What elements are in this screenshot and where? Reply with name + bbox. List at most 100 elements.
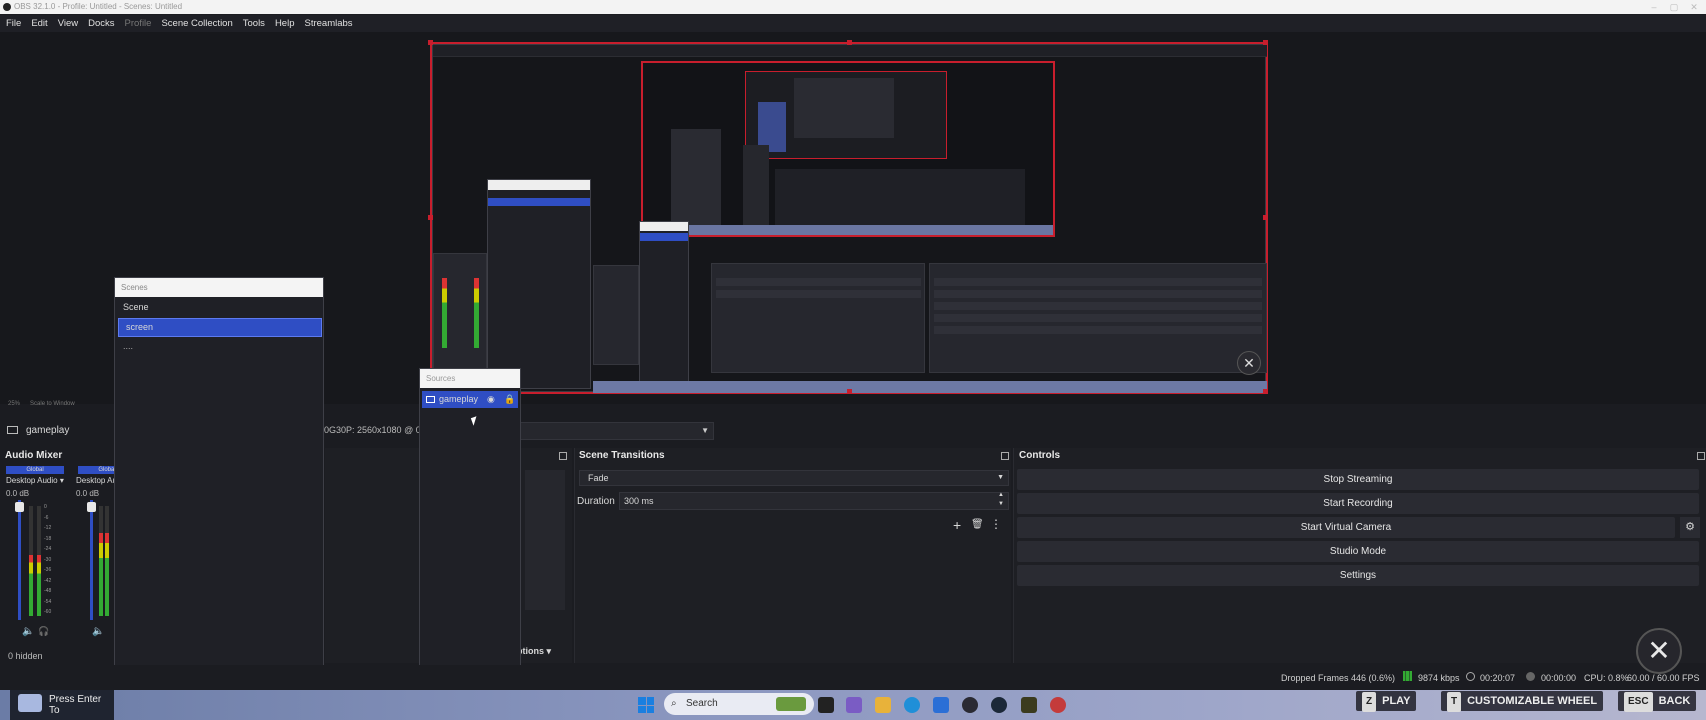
scene-item[interactable]: Scene: [123, 302, 149, 312]
more-options-icon[interactable]: ⋮: [990, 517, 1002, 531]
scale-tick: -12: [44, 525, 52, 531]
options-label[interactable]: ptions ▾: [517, 646, 551, 657]
current-scene-name: gameplay: [26, 425, 70, 436]
nested-screen-capture: ✕: [432, 44, 1267, 393]
steam-icon[interactable]: [991, 697, 1007, 713]
preview-canvas[interactable]: ✕: [428, 40, 1268, 394]
scale-tick: -42: [44, 577, 52, 584]
menu-scene-collection[interactable]: Scene Collection: [161, 18, 232, 29]
trash-icon[interactable]: 🗑: [971, 519, 984, 530]
wheel-key: T: [1447, 692, 1462, 712]
channel-db: 0.0 dB: [76, 489, 100, 498]
taskbar-search[interactable]: ⌕ Search: [664, 693, 814, 715]
speaker-icon[interactable]: 🔈: [92, 626, 104, 637]
scale-tick: -30: [44, 556, 52, 563]
copilot-icon[interactable]: [846, 697, 862, 713]
speaker-icon[interactable]: 🔈: [22, 626, 34, 637]
stop-streaming-button[interactable]: Stop Streaming: [1017, 469, 1699, 490]
hidden-count[interactable]: 0 hidden: [8, 651, 43, 661]
chevron-down-icon: ▼: [997, 474, 1004, 481]
lock-icon[interactable]: 🔒: [504, 391, 515, 408]
resize-handle-top[interactable]: [847, 40, 852, 45]
monitor-icon: [7, 426, 18, 434]
zoom-level[interactable]: 25%: [8, 401, 20, 407]
duration-value: 300 ms: [624, 496, 654, 506]
channel-name[interactable]: Desktop Audio ▾: [6, 476, 64, 485]
search-icon: ⌕: [671, 698, 677, 709]
spinner-icon[interactable]: ▲ ▼: [998, 491, 1004, 509]
duration-input[interactable]: 300 ms ▲ ▼: [619, 492, 1009, 510]
menu-file[interactable]: File: [6, 18, 21, 29]
store-icon[interactable]: [933, 697, 949, 713]
mouse-cursor-icon: [470, 416, 480, 426]
source-item[interactable]: gameplay ◉ 🔒: [422, 391, 518, 408]
level-meter-fill: [99, 533, 103, 616]
file-explorer-icon[interactable]: [875, 697, 891, 713]
play-button[interactable]: Z PLAY: [1356, 691, 1417, 712]
taskbar-widget[interactable]: Press Enter To: [10, 690, 114, 720]
overlay-logo-icon: ✕: [1636, 628, 1682, 674]
recording-app-icon[interactable]: [1050, 697, 1066, 713]
maximize-icon[interactable]: ▢: [1666, 0, 1682, 14]
level-meter: [37, 506, 41, 616]
close-icon[interactable]: ✕: [1686, 0, 1702, 14]
search-highlight-icon: [776, 697, 806, 711]
volume-slider-track[interactable]: [15, 500, 24, 620]
scale-tick: -24: [44, 546, 52, 552]
resize-handle-bottom[interactable]: [847, 389, 852, 394]
scene-transitions-dock: Scene Transitions Fade ▼ Duration 300 ms…: [574, 448, 1011, 663]
dock-float-icon[interactable]: [559, 452, 567, 460]
resize-handle-top-right[interactable]: [1263, 40, 1268, 45]
back-button[interactable]: ESC BACK: [1618, 691, 1697, 712]
headphone-icon[interactable]: 🎧: [38, 626, 49, 637]
minimize-icon[interactable]: –: [1646, 0, 1662, 14]
customizable-wheel-button[interactable]: T CUSTOMIZABLE WHEEL: [1441, 691, 1604, 712]
back-key: ESC: [1624, 692, 1653, 712]
dock-float-icon[interactable]: [1001, 452, 1009, 460]
scale-tick: -48: [44, 588, 52, 594]
resize-handle-left[interactable]: [428, 215, 433, 220]
chevron-down-icon[interactable]: ▾: [60, 476, 64, 485]
controls-title: Controls: [1019, 450, 1061, 461]
volume-slider-handle[interactable]: [87, 502, 96, 512]
channel-name-label[interactable]: Desktop Au: [76, 476, 117, 485]
volume-slider-track[interactable]: [87, 500, 96, 620]
fps: 60.00 / 60.00 FPS: [1627, 673, 1700, 683]
dock-float-icon[interactable]: [1697, 452, 1705, 460]
scale-mode[interactable]: Scale to Window: [30, 401, 75, 407]
channel-name-label: Desktop Audio: [6, 476, 58, 485]
level-meter-fill: [29, 555, 33, 616]
menu-help[interactable]: Help: [275, 18, 295, 29]
bitrate: 9874 kbps: [1418, 673, 1460, 683]
menu-profile[interactable]: Profile: [125, 18, 152, 29]
menu-streamlabs[interactable]: Streamlabs: [304, 18, 352, 29]
add-icon[interactable]: +: [953, 517, 961, 533]
resize-handle-right[interactable]: [1263, 215, 1268, 220]
transition-select[interactable]: Fade ▼: [579, 470, 1009, 486]
studio-mode-button[interactable]: Studio Mode: [1017, 541, 1699, 562]
chevron-down-icon: ▼: [701, 426, 709, 435]
scene-item[interactable]: ....: [123, 341, 133, 351]
resize-handle-bottom-right[interactable]: [1263, 389, 1268, 394]
eye-icon[interactable]: ◉: [487, 391, 495, 408]
start-recording-button[interactable]: Start Recording: [1017, 493, 1699, 514]
gear-icon[interactable]: ⚙: [1680, 517, 1700, 538]
menu-edit[interactable]: Edit: [31, 18, 47, 29]
source-name: gameplay: [439, 394, 479, 404]
scene-item-selected[interactable]: screen: [118, 318, 322, 337]
menu-docks[interactable]: Docks: [88, 18, 114, 29]
windows-start-icon[interactable]: [638, 697, 654, 713]
level-meter-fill: [105, 533, 109, 616]
source-select[interactable]: ▼: [520, 422, 714, 440]
menu-view[interactable]: View: [58, 18, 78, 29]
edge-icon[interactable]: [904, 697, 920, 713]
resize-handle-top-left[interactable]: [428, 40, 433, 45]
menu-tools[interactable]: Tools: [243, 18, 265, 29]
app-icon[interactable]: [1021, 697, 1037, 713]
options-text: ptions: [517, 646, 544, 656]
volume-slider-handle[interactable]: [15, 502, 24, 512]
start-virtual-camera-button[interactable]: Start Virtual Camera: [1017, 517, 1675, 538]
task-view-icon[interactable]: [818, 697, 834, 713]
settings-button[interactable]: Settings: [1017, 565, 1699, 586]
obs-taskbar-icon[interactable]: [962, 697, 978, 713]
